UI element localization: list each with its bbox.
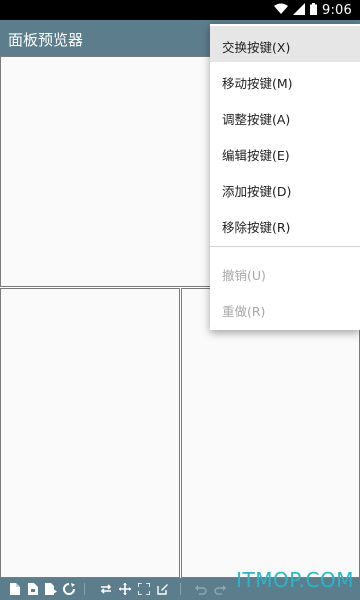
- menu-item-adjust-key[interactable]: 调整按键(A): [210, 98, 360, 134]
- menu-item-label: 移动按键(M): [222, 76, 293, 91]
- swap-icon[interactable]: [99, 582, 113, 596]
- panel-bottom-left[interactable]: [0, 288, 180, 578]
- save-file-icon[interactable]: [44, 582, 58, 596]
- menu-divider: [210, 246, 360, 247]
- menu-item-label: 撤销(U): [222, 268, 266, 283]
- edit-icon[interactable]: [156, 582, 170, 596]
- menu-item-undo: 撤销(U): [210, 254, 360, 290]
- menu-item-label: 添加按键(D): [222, 184, 292, 199]
- new-file-icon[interactable]: [8, 582, 22, 596]
- panel-bottom-right[interactable]: [181, 288, 360, 578]
- menu-item-label: 交换按键(X): [222, 40, 291, 55]
- overflow-menu: 交换按键(X) 移动按键(M) 调整按键(A) 编辑按键(E) 添加按键(D) …: [210, 24, 360, 330]
- menu-item-label: 调整按键(A): [222, 112, 291, 127]
- toolbar-separator: [180, 583, 181, 595]
- status-bar: 9:06: [0, 0, 360, 20]
- open-file-icon[interactable]: [26, 582, 40, 596]
- resize-icon[interactable]: [137, 582, 151, 596]
- menu-item-label: 移除按键(R): [222, 220, 291, 235]
- undo-icon: [194, 582, 208, 596]
- menu-item-edit-key[interactable]: 编辑按键(E): [210, 134, 360, 170]
- watermark: ITMOP.COM: [236, 568, 354, 592]
- menu-item-label: 重做(R): [222, 304, 266, 319]
- refresh-icon[interactable]: [62, 582, 76, 596]
- menu-item-redo: 重做(R): [210, 290, 360, 326]
- redo-icon: [213, 582, 227, 596]
- move-icon[interactable]: [118, 582, 132, 596]
- app-title: 面板预览器: [8, 31, 84, 49]
- toolbar-separator: [84, 583, 85, 595]
- status-time: 9:06: [322, 2, 352, 18]
- battery-icon: [310, 2, 317, 18]
- menu-item-remove-key[interactable]: 移除按键(R): [210, 206, 360, 242]
- signal-icon: [293, 2, 305, 18]
- status-icons: 9:06: [274, 2, 352, 18]
- menu-item-swap-key[interactable]: 交换按键(X): [210, 26, 360, 62]
- menu-item-label: 编辑按键(E): [222, 148, 290, 163]
- wifi-icon: [274, 3, 288, 17]
- menu-item-move-key[interactable]: 移动按键(M): [210, 62, 360, 98]
- menu-item-add-key[interactable]: 添加按键(D): [210, 170, 360, 206]
